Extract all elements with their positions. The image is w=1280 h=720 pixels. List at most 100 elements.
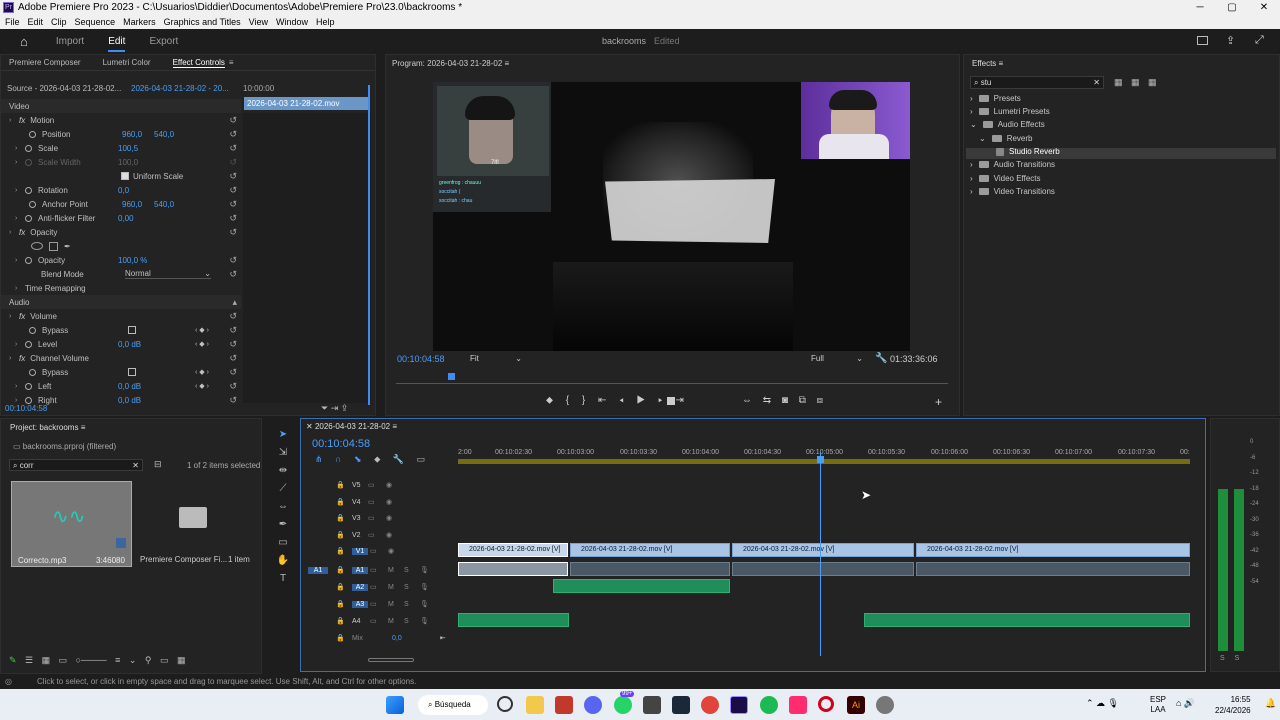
opera-icon[interactable] <box>818 696 834 712</box>
v1-clip-3[interactable]: 2026-04-03 21-28-02.mov [V] <box>732 543 914 557</box>
pen-mask-icon[interactable]: ✒ <box>64 242 71 251</box>
effects-tree-lumetri[interactable]: › Lumetri Presets <box>970 107 1050 116</box>
reset-icon[interactable]: ↺ <box>229 115 237 126</box>
type-tool-icon[interactable]: T <box>272 570 294 588</box>
anchor-x-value[interactable]: 960,0 <box>122 200 154 209</box>
razor-tool-icon[interactable]: ⟋ <box>272 480 294 498</box>
menu-view[interactable]: View <box>249 17 268 27</box>
track-header-v3[interactable]: 🔒 V3 ▭ ◉ <box>300 510 458 526</box>
track-header-v5[interactable]: 🔒 V5 ▭ ◉ <box>300 477 458 493</box>
effects-tree-presets[interactable]: › Presets <box>970 94 1021 103</box>
project-title[interactable]: Project: backrooms ≡ <box>10 423 85 432</box>
anchor-y-value[interactable]: 540,0 <box>154 200 174 209</box>
menu-file[interactable]: File <box>5 17 20 27</box>
effects-search-input[interactable]: ⌕ stu ✕ <box>970 76 1104 89</box>
taskbar-search[interactable]: ⌕ Búsqueda <box>418 695 488 715</box>
position-x-value[interactable]: 960,0 <box>122 130 154 139</box>
steam-icon[interactable] <box>672 696 690 714</box>
quality-select[interactable]: Full ⌄ <box>811 354 863 363</box>
menu-markers[interactable]: Markers <box>123 17 156 27</box>
menu-edit[interactable]: Edit <box>28 17 44 27</box>
track-header-a4[interactable]: 🔒 A4 ▭ M S 🎙 <box>300 613 458 629</box>
effects-filter-icons[interactable]: ▦ ▦ ▦ <box>1114 77 1157 88</box>
fullscreen-icon[interactable]: ⤢ <box>1255 34 1264 47</box>
opacity-value[interactable]: 100,0 % <box>118 256 147 265</box>
tab-edit[interactable]: Edit <box>108 36 126 52</box>
copilot-icon[interactable] <box>497 696 513 712</box>
work-area-bar[interactable] <box>458 459 1190 464</box>
effects-tree-reverb[interactable]: ⌄ Reverb <box>979 134 1033 143</box>
effects-tree-studio-reverb[interactable]: Studio Reverb <box>990 147 1060 156</box>
wrench-icon[interactable]: 🔧 <box>875 353 887 364</box>
tab-lumetri-color[interactable]: Lumetri Color <box>103 58 151 67</box>
hand-tool-icon[interactable]: ✋ <box>272 552 294 570</box>
track-header-v1[interactable]: 🔒 V1 ▭ ◉ <box>300 543 458 559</box>
track-header-a1[interactable]: A1 🔒 A1 ▭ M S 🎙 <box>300 562 458 578</box>
sequence-clip-label[interactable]: 2026-04-03 21-28-02 - 20... <box>131 84 229 93</box>
illustrator-icon[interactable]: Ai <box>847 696 865 714</box>
fit-select[interactable]: Fit ⌄ <box>470 354 522 363</box>
track-header-mix[interactable]: 🔒 Mix 0,0 ⇤ <box>300 630 458 646</box>
white-box-object[interactable] <box>605 179 775 243</box>
ec-filter-icon[interactable]: ⏷ ⇥ ⇪ <box>321 403 348 414</box>
file-explorer-icon[interactable] <box>526 696 544 714</box>
time-remapping-label[interactable]: Time Remapping <box>25 284 86 293</box>
new-bin-icon[interactable]: ⊟ <box>154 459 162 470</box>
rotation-value[interactable]: 0,0 <box>118 186 129 195</box>
settings-icon[interactable] <box>876 696 894 714</box>
rect-mask-icon[interactable] <box>49 241 58 251</box>
timeline-options[interactable]: ⋔ ∩ ⬊ ⬥ 🔧 ▭ <box>315 454 425 465</box>
chrome-icon[interactable] <box>701 696 719 714</box>
clear-search-icon[interactable]: ✕ <box>1093 78 1100 87</box>
track-header-a3[interactable]: 🔒 A3 ▭ M S 🎙 <box>300 596 458 612</box>
volume-bypass-checkbox[interactable] <box>128 326 136 334</box>
game-app-icon[interactable] <box>555 696 573 714</box>
program-title[interactable]: Program: 2026-04-03 21-28-02 ≡ <box>392 59 509 68</box>
network-volume-icons[interactable]: ⌂ 🔊 <box>1176 698 1195 709</box>
windows-start-icon[interactable] <box>386 696 404 714</box>
timeline-tab[interactable]: ✕ 2026-04-03 21-28-02 ≡ <box>306 422 397 431</box>
project-footer-tools[interactable]: ✎ ☰ ▦ ▭ ○──── ≡ ⌄ ⚲ ▭ ▦ <box>9 655 185 666</box>
program-timecode[interactable]: 00:10:04:58 <box>397 354 445 364</box>
a1-clip-4[interactable] <box>916 562 1190 576</box>
transport-controls[interactable]: ⬥ { } ⇤ ◂ ▶ ▸ ⇥ <box>546 395 684 406</box>
menu-graphics[interactable]: Graphics and Titles <box>164 17 241 27</box>
timeline-playhead[interactable] <box>820 452 821 656</box>
v1-clip-2[interactable]: 2026-04-03 21-28-02.mov [V] <box>570 543 730 557</box>
motion-label[interactable]: Motion <box>30 116 54 125</box>
a2-clip[interactable] <box>553 579 730 593</box>
tray-icons[interactable]: ⌃ ☁ 🎙 <box>1086 698 1119 709</box>
source-label[interactable]: Source - 2026-04-03 21-28-02... <box>7 84 121 93</box>
terminal-icon[interactable] <box>643 696 661 714</box>
add-button-icon[interactable]: + <box>935 395 942 409</box>
ec-clip-bar[interactable]: 2026-04-03 21-28-02.mov <box>244 97 370 110</box>
ec-timeline-area[interactable] <box>243 113 371 403</box>
effects-title[interactable]: Effects ≡ <box>972 59 1003 68</box>
ellipse-mask-icon[interactable] <box>31 242 43 250</box>
rectangle-tool-icon[interactable]: ▭ <box>272 534 294 552</box>
left-value[interactable]: 0,0 dB <box>118 382 141 391</box>
track-header-a2[interactable]: 🔒 A2 ▭ M S 🎙 <box>300 579 458 595</box>
panel-menu-icon[interactable]: ≡ <box>229 58 234 67</box>
position-y-value[interactable]: 540,0 <box>154 130 174 139</box>
uniform-scale-checkbox[interactable] <box>121 172 129 180</box>
menu-help[interactable]: Help <box>316 17 335 27</box>
tab-premiere-composer[interactable]: Premiere Composer <box>9 58 81 67</box>
pen-tool-icon[interactable]: ✒ <box>272 516 294 534</box>
minimize-button[interactable]: ─ <box>1184 0 1216 15</box>
share-icon[interactable]: ⇪ <box>1226 34 1235 47</box>
level-value[interactable]: 0,0 dB <box>118 340 141 349</box>
maximize-button[interactable]: ▢ <box>1216 0 1248 15</box>
right-value[interactable]: 0,0 dB <box>118 396 141 405</box>
selection-tool-icon[interactable]: ➤ <box>272 426 294 444</box>
meter-solo[interactable]: S S <box>1220 655 1239 662</box>
tiktok-icon[interactable] <box>789 696 807 714</box>
home-icon[interactable]: ⌂ <box>20 34 28 49</box>
a4-clip-2[interactable] <box>864 613 1190 627</box>
discord-icon[interactable] <box>584 696 602 714</box>
menu-sequence[interactable]: Sequence <box>75 17 116 27</box>
stop-icon[interactable] <box>667 397 675 405</box>
track-select-tool-icon[interactable]: ⇲ <box>272 444 294 462</box>
project-search-input[interactable]: ⌕ corr ✕ <box>9 459 143 471</box>
ec-playhead[interactable] <box>368 85 370 405</box>
